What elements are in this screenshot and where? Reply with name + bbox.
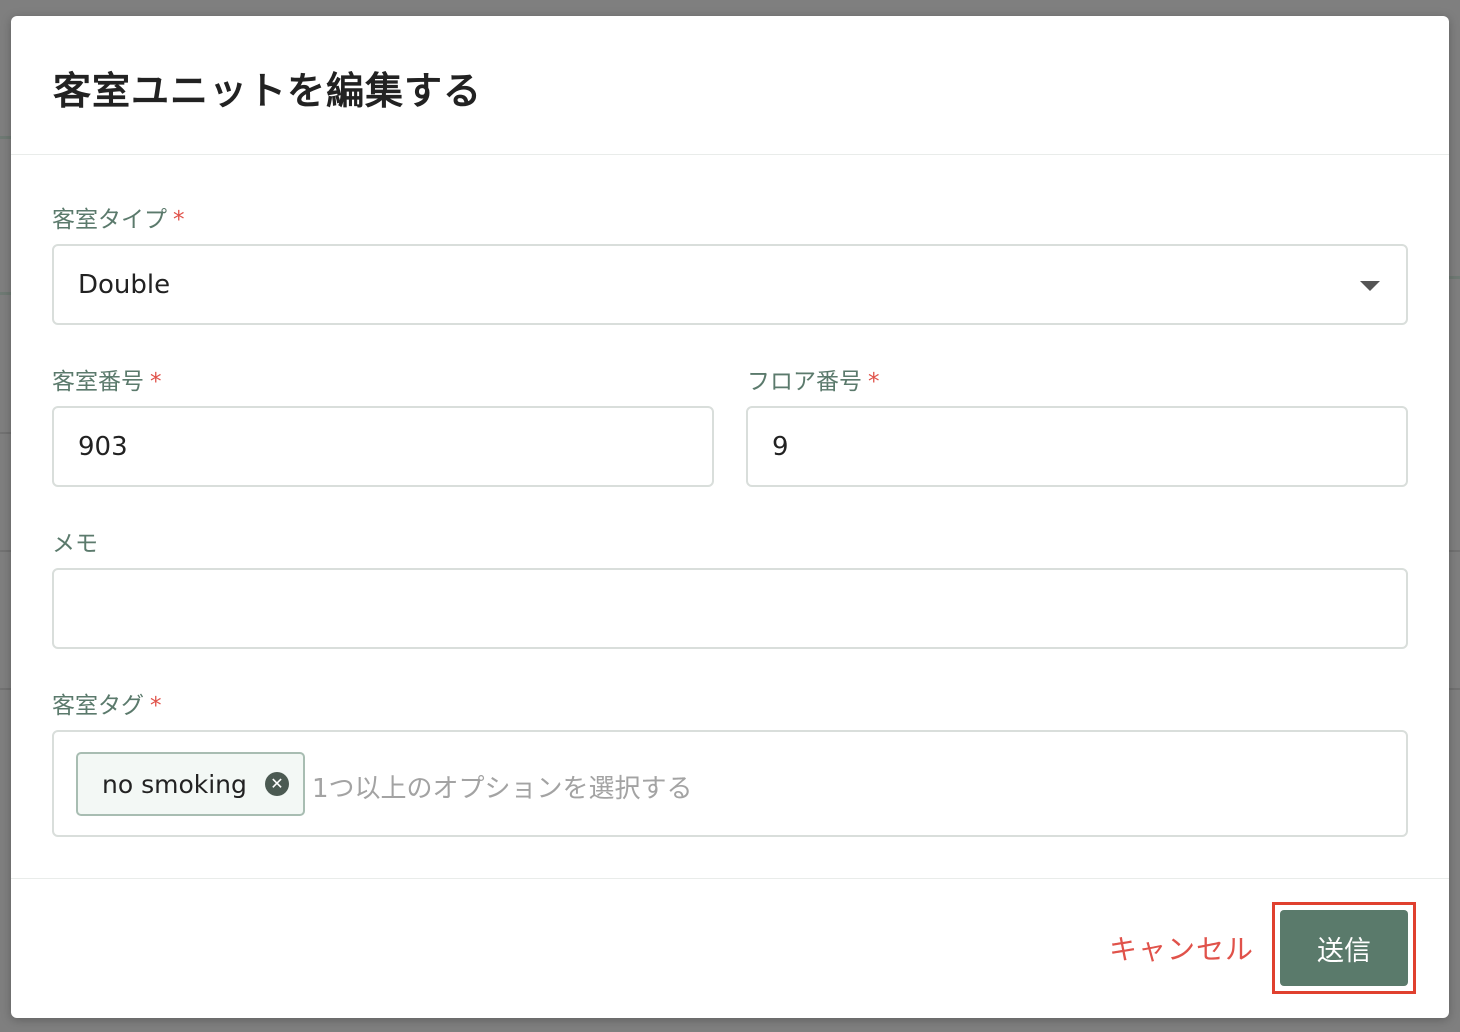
- required-mark: *: [173, 207, 185, 233]
- floor-number-input[interactable]: 9: [746, 406, 1408, 487]
- required-mark: *: [150, 693, 162, 719]
- background-row-line: [0, 432, 11, 434]
- background-row-line: [0, 550, 11, 552]
- edit-room-unit-dialog: 客室ユニットを編集する 客室タイプ * Double 客室番号 * 903 フロア番…: [11, 16, 1449, 1018]
- memo-input[interactable]: [52, 568, 1408, 649]
- room-tags-placeholder: 1つ以上のオプションを選択する: [312, 774, 693, 804]
- memo-label-text: メモ: [52, 531, 98, 557]
- room-number-value: 903: [78, 431, 128, 462]
- background-divider: [0, 136, 11, 139]
- tag-chip: no smoking ✕: [76, 752, 305, 816]
- room-tags-multiselect[interactable]: no smoking ✕ 1つ以上のオプションを選択する: [52, 730, 1408, 837]
- caret-down-icon: [1360, 281, 1380, 291]
- background-row-line: [0, 688, 11, 690]
- background-divider: [0, 292, 11, 295]
- room-tags-label-text: 客室タグ: [52, 693, 144, 719]
- room-type-selected-value: Double: [78, 269, 171, 300]
- background-divider: [1449, 276, 1460, 279]
- circle-x-icon[interactable]: ✕: [264, 772, 289, 796]
- tag-chip-label: no smoking: [102, 769, 247, 799]
- room-type-select[interactable]: Double: [52, 244, 1408, 325]
- required-mark: *: [868, 369, 880, 395]
- room-number-label: 客室番号 *: [52, 362, 162, 396]
- footer-divider: [11, 878, 1449, 879]
- floor-number-label: フロア番号 *: [747, 362, 880, 396]
- room-type-label-text: 客室タイプ: [52, 207, 167, 233]
- room-type-label: 客室タイプ *: [52, 200, 185, 234]
- background-row-line: [1449, 688, 1460, 690]
- cancel-button[interactable]: キャンセル: [1109, 928, 1254, 968]
- background-row-line: [1449, 550, 1460, 552]
- room-number-input[interactable]: 903: [52, 406, 714, 487]
- room-number-label-text: 客室番号: [52, 369, 144, 395]
- dialog-title: 客室ユニットを編集する: [53, 69, 483, 113]
- floor-number-value: 9: [772, 431, 789, 462]
- dialog-header: 客室ユニットを編集する: [11, 16, 1449, 155]
- room-tags-label: 客室タグ *: [52, 686, 162, 720]
- floor-number-label-text: フロア番号: [747, 369, 862, 395]
- submit-button[interactable]: 送信: [1280, 910, 1408, 986]
- required-mark: *: [150, 369, 162, 395]
- memo-label: メモ: [52, 524, 98, 558]
